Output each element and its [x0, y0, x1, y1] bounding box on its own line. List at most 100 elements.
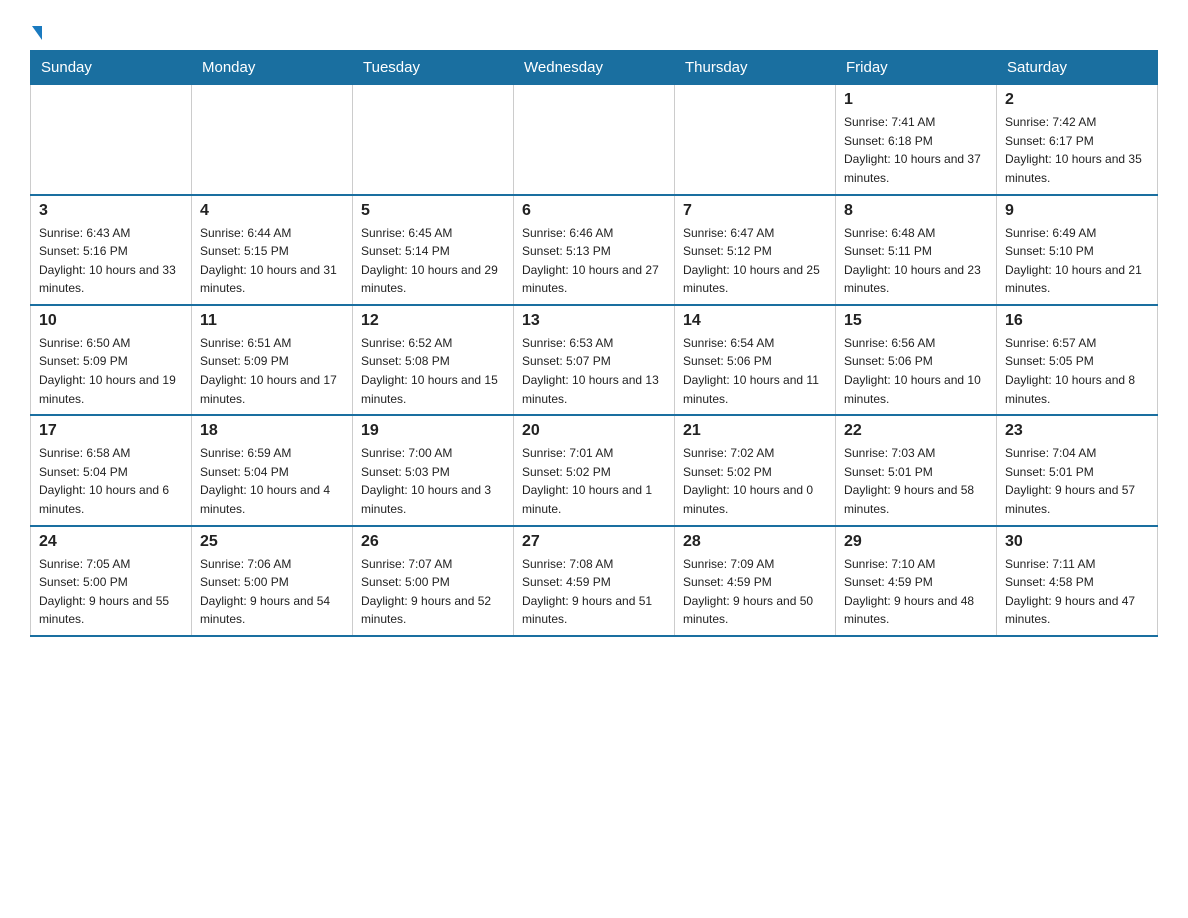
calendar-cell	[353, 85, 514, 195]
calendar-week-row: 24Sunrise: 7:05 AM Sunset: 5:00 PM Dayli…	[31, 526, 1158, 636]
calendar-cell: 30 Sunrise: 7:11 AM Sunset: 4:58 PM Dayli…	[997, 526, 1158, 636]
page-header	[30, 20, 1158, 40]
calendar-cell	[675, 85, 836, 195]
day-number: 27	[522, 533, 666, 551]
day-number: 12	[361, 312, 505, 330]
day-info: Sunrise: 7:03 AM Sunset: 5:01 PM Dayligh…	[844, 444, 988, 518]
day-number: 6	[522, 202, 666, 220]
day-number: 11	[200, 312, 344, 330]
calendar-cell: 19 Sunrise: 7:00 AM Sunset: 5:03 PM Dayli…	[353, 415, 514, 525]
day-info: Sunrise: 7:41 AM Sunset: 6:18 PM Dayligh…	[844, 113, 988, 187]
day-number: 25	[200, 533, 344, 551]
calendar-cell: 27 Sunrise: 7:08 AM Sunset: 4:59 PM Dayli…	[514, 526, 675, 636]
day-info: Sunrise: 7:00 AM Sunset: 5:03 PM Dayligh…	[361, 444, 505, 518]
day-info: Sunrise: 6:49 AM Sunset: 5:10 PM Dayligh…	[1005, 224, 1149, 298]
calendar-header: SundayMondayTuesdayWednesdayThursdayFrid…	[31, 51, 1158, 85]
day-info: Sunrise: 6:50 AM Sunset: 5:09 PM Dayligh…	[39, 334, 183, 408]
calendar-cell: 3 Sunrise: 6:43 AM Sunset: 5:16 PM Daylig…	[31, 195, 192, 305]
day-info: Sunrise: 6:57 AM Sunset: 5:05 PM Dayligh…	[1005, 334, 1149, 408]
day-info: Sunrise: 7:42 AM Sunset: 6:17 PM Dayligh…	[1005, 113, 1149, 187]
day-number: 22	[844, 422, 988, 440]
day-info: Sunrise: 7:02 AM Sunset: 5:02 PM Dayligh…	[683, 444, 827, 518]
calendar-cell: 14 Sunrise: 6:54 AM Sunset: 5:06 PM Dayli…	[675, 305, 836, 415]
calendar-cell: 15Sunrise: 6:56 AM Sunset: 5:06 PM Dayli…	[836, 305, 997, 415]
day-info: Sunrise: 6:59 AM Sunset: 5:04 PM Dayligh…	[200, 444, 344, 518]
day-info: Sunrise: 7:11 AM Sunset: 4:58 PM Dayligh…	[1005, 555, 1149, 629]
day-info: Sunrise: 6:53 AM Sunset: 5:07 PM Dayligh…	[522, 334, 666, 408]
day-info: Sunrise: 6:54 AM Sunset: 5:06 PM Dayligh…	[683, 334, 827, 408]
calendar-cell: 26 Sunrise: 7:07 AM Sunset: 5:00 PM Dayli…	[353, 526, 514, 636]
calendar-cell: 24Sunrise: 7:05 AM Sunset: 5:00 PM Dayli…	[31, 526, 192, 636]
calendar-cell: 23 Sunrise: 7:04 AM Sunset: 5:01 PM Dayli…	[997, 415, 1158, 525]
weekday-header-tuesday: Tuesday	[353, 51, 514, 85]
weekday-header-saturday: Saturday	[997, 51, 1158, 85]
day-number: 23	[1005, 422, 1149, 440]
calendar-cell	[514, 85, 675, 195]
calendar-cell: 17Sunrise: 6:58 AM Sunset: 5:04 PM Dayli…	[31, 415, 192, 525]
day-number: 3	[39, 202, 183, 220]
weekday-header-row: SundayMondayTuesdayWednesdayThursdayFrid…	[31, 51, 1158, 85]
calendar-cell: 25 Sunrise: 7:06 AM Sunset: 5:00 PM Dayli…	[192, 526, 353, 636]
day-number: 2	[1005, 91, 1149, 109]
day-info: Sunrise: 6:44 AM Sunset: 5:15 PM Dayligh…	[200, 224, 344, 298]
day-info: Sunrise: 7:10 AM Sunset: 4:59 PM Dayligh…	[844, 555, 988, 629]
day-info: Sunrise: 7:09 AM Sunset: 4:59 PM Dayligh…	[683, 555, 827, 629]
calendar-cell: 5Sunrise: 6:45 AM Sunset: 5:14 PM Daylig…	[353, 195, 514, 305]
day-number: 20	[522, 422, 666, 440]
day-info: Sunrise: 6:48 AM Sunset: 5:11 PM Dayligh…	[844, 224, 988, 298]
day-number: 15	[844, 312, 988, 330]
calendar-cell: 2 Sunrise: 7:42 AM Sunset: 6:17 PM Daylig…	[997, 85, 1158, 195]
day-number: 14	[683, 312, 827, 330]
day-number: 16	[1005, 312, 1149, 330]
calendar-cell: 16 Sunrise: 6:57 AM Sunset: 5:05 PM Dayli…	[997, 305, 1158, 415]
day-number: 26	[361, 533, 505, 551]
day-number: 7	[683, 202, 827, 220]
day-info: Sunrise: 7:01 AM Sunset: 5:02 PM Dayligh…	[522, 444, 666, 518]
weekday-header-thursday: Thursday	[675, 51, 836, 85]
day-number: 5	[361, 202, 505, 220]
day-number: 28	[683, 533, 827, 551]
day-number: 10	[39, 312, 183, 330]
calendar-cell: 10 Sunrise: 6:50 AM Sunset: 5:09 PM Dayli…	[31, 305, 192, 415]
calendar-cell: 8 Sunrise: 6:48 AM Sunset: 5:11 PM Daylig…	[836, 195, 997, 305]
weekday-header-monday: Monday	[192, 51, 353, 85]
calendar-cell: 22 Sunrise: 7:03 AM Sunset: 5:01 PM Dayli…	[836, 415, 997, 525]
day-number: 4	[200, 202, 344, 220]
day-info: Sunrise: 6:47 AM Sunset: 5:12 PM Dayligh…	[683, 224, 827, 298]
calendar-cell: 13Sunrise: 6:53 AM Sunset: 5:07 PM Dayli…	[514, 305, 675, 415]
day-info: Sunrise: 6:52 AM Sunset: 5:08 PM Dayligh…	[361, 334, 505, 408]
day-info: Sunrise: 7:08 AM Sunset: 4:59 PM Dayligh…	[522, 555, 666, 629]
calendar-cell: 7 Sunrise: 6:47 AM Sunset: 5:12 PM Daylig…	[675, 195, 836, 305]
calendar-body: 1 Sunrise: 7:41 AM Sunset: 6:18 PM Daylig…	[31, 85, 1158, 637]
calendar-table: SundayMondayTuesdayWednesdayThursdayFrid…	[30, 50, 1158, 637]
calendar-cell	[31, 85, 192, 195]
day-number: 9	[1005, 202, 1149, 220]
calendar-week-row: 17Sunrise: 6:58 AM Sunset: 5:04 PM Dayli…	[31, 415, 1158, 525]
day-info: Sunrise: 7:04 AM Sunset: 5:01 PM Dayligh…	[1005, 444, 1149, 518]
calendar-week-row: 1 Sunrise: 7:41 AM Sunset: 6:18 PM Daylig…	[31, 85, 1158, 195]
day-info: Sunrise: 7:07 AM Sunset: 5:00 PM Dayligh…	[361, 555, 505, 629]
day-number: 19	[361, 422, 505, 440]
day-info: Sunrise: 7:06 AM Sunset: 5:00 PM Dayligh…	[200, 555, 344, 629]
day-number: 30	[1005, 533, 1149, 551]
calendar-cell: 21 Sunrise: 7:02 AM Sunset: 5:02 PM Dayli…	[675, 415, 836, 525]
calendar-week-row: 3 Sunrise: 6:43 AM Sunset: 5:16 PM Daylig…	[31, 195, 1158, 305]
day-number: 8	[844, 202, 988, 220]
calendar-cell: 20 Sunrise: 7:01 AM Sunset: 5:02 PM Dayli…	[514, 415, 675, 525]
calendar-cell	[192, 85, 353, 195]
weekday-header-wednesday: Wednesday	[514, 51, 675, 85]
day-info: Sunrise: 6:46 AM Sunset: 5:13 PM Dayligh…	[522, 224, 666, 298]
calendar-cell: 1 Sunrise: 7:41 AM Sunset: 6:18 PM Daylig…	[836, 85, 997, 195]
day-number: 29	[844, 533, 988, 551]
day-number: 1	[844, 91, 988, 109]
day-info: Sunrise: 6:43 AM Sunset: 5:16 PM Dayligh…	[39, 224, 183, 298]
calendar-cell: 12 Sunrise: 6:52 AM Sunset: 5:08 PM Dayli…	[353, 305, 514, 415]
day-number: 17	[39, 422, 183, 440]
day-number: 18	[200, 422, 344, 440]
day-number: 21	[683, 422, 827, 440]
weekday-header-friday: Friday	[836, 51, 997, 85]
logo	[30, 20, 42, 40]
calendar-cell: 18 Sunrise: 6:59 AM Sunset: 5:04 PM Dayli…	[192, 415, 353, 525]
day-number: 24	[39, 533, 183, 551]
calendar-cell: 6 Sunrise: 6:46 AM Sunset: 5:13 PM Daylig…	[514, 195, 675, 305]
